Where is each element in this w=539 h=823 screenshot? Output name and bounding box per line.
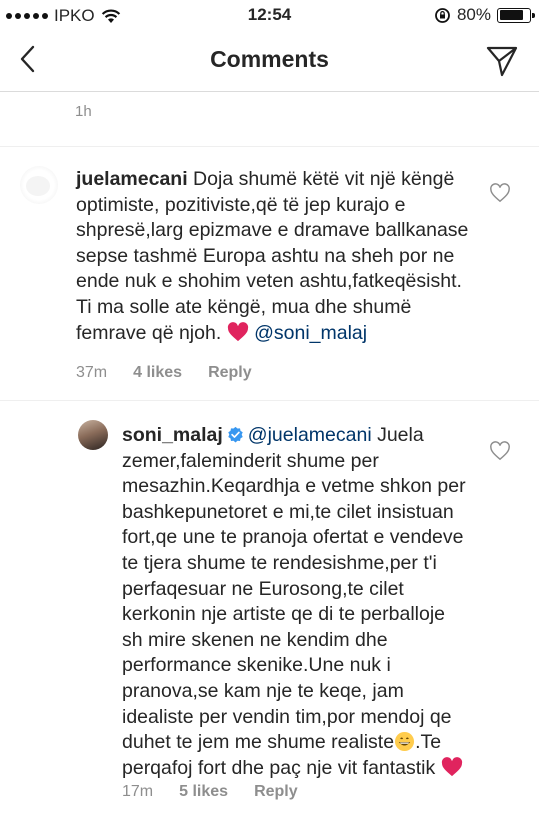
comment-username[interactable]: juelamecani	[76, 168, 188, 190]
divider	[0, 146, 539, 147]
comment-body: juelamecani Doja shumë këtë vit një këng…	[76, 167, 471, 346]
verified-badge-icon	[228, 426, 243, 443]
comment-username[interactable]: soni_malaj	[122, 424, 223, 446]
avatar[interactable]	[20, 166, 58, 204]
comment-mention[interactable]: @soni_malaj	[254, 322, 367, 344]
battery-icon	[497, 7, 535, 23]
battery-fill	[499, 10, 523, 20]
status-bar: IPKO 12:54 80%	[0, 0, 539, 32]
comment-time: 17m	[122, 783, 154, 800]
like-heart-icon[interactable]	[489, 183, 511, 203]
orientation-lock-icon	[435, 7, 450, 23]
comment-body: soni_malaj @juelamecani Juela zemer,falem…	[122, 423, 467, 781]
avatar[interactable]	[78, 420, 108, 450]
reply-button[interactable]: Reply	[208, 364, 252, 382]
comment-likes[interactable]: 5 likes	[179, 783, 228, 801]
previous-comment-time: 1h	[75, 103, 92, 120]
red-heart-emoji-icon	[441, 756, 462, 776]
comment-meta: 37m 4 likes Reply	[76, 364, 252, 382]
grinning-emoji-icon	[395, 732, 415, 752]
send-direct-icon[interactable]	[485, 44, 519, 78]
comment-likes[interactable]: 4 likes	[133, 364, 182, 382]
status-right: 80%	[434, 5, 535, 25]
page-title: Comments	[210, 46, 329, 72]
divider	[0, 400, 539, 401]
comment-text: Juela zemer,faleminderit shume per mesaz…	[122, 424, 466, 754]
comment-mention[interactable]: @juelamecani	[248, 424, 372, 446]
red-heart-emoji-icon	[227, 321, 248, 341]
navigation-bar: Comments	[0, 32, 539, 92]
comment-meta: 17m 5 likes Reply	[122, 783, 298, 801]
like-heart-icon[interactable]	[489, 441, 511, 461]
reply-button[interactable]: Reply	[254, 783, 298, 801]
comment-time: 37m	[76, 364, 108, 381]
comment-text: Doja shumë këtë vit një këngë optimiste,…	[76, 168, 469, 344]
battery-percent: 80%	[456, 5, 491, 24]
